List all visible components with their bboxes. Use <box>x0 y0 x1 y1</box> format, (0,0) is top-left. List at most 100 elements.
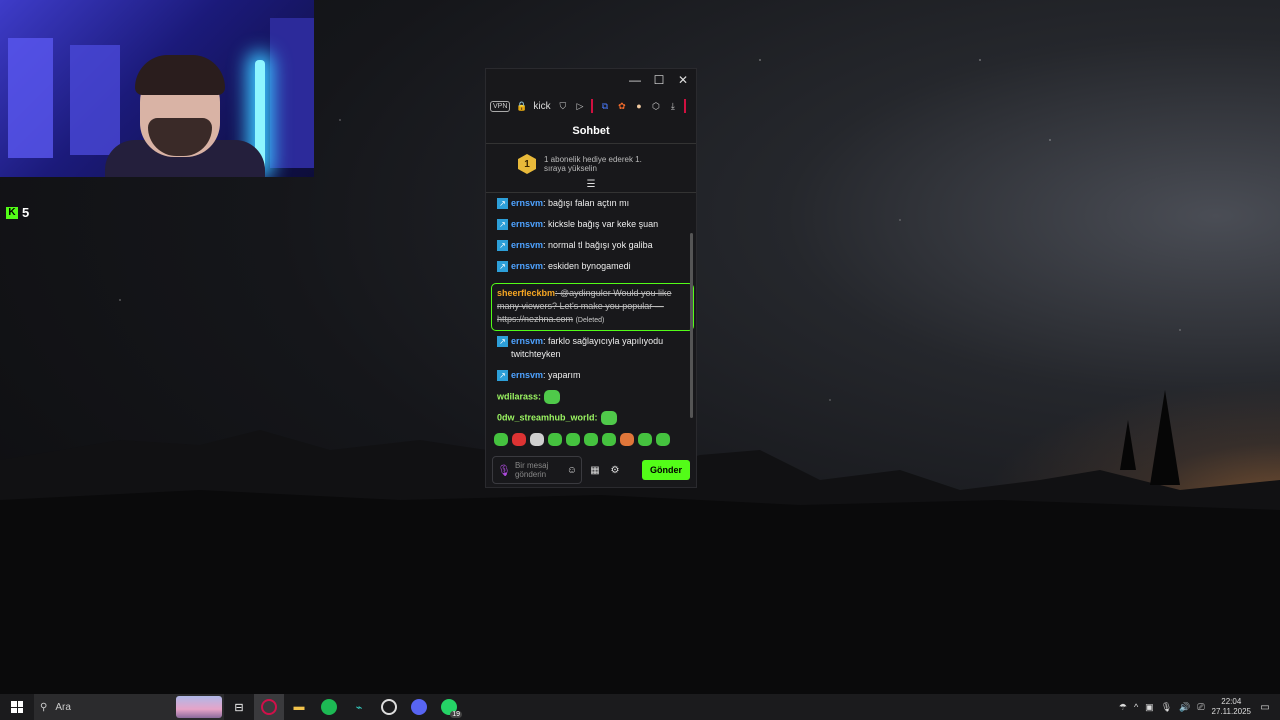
maximize-button[interactable]: ☐ <box>652 73 666 87</box>
chat-message: ↗ ernsvm: farklo sağlayıcıyla yapılıyodu… <box>497 335 688 369</box>
emoji-icon[interactable]: ☺ <box>567 465 577 476</box>
close-button[interactable]: ✕ <box>676 73 690 87</box>
deleted-label: (Deleted) <box>575 317 605 324</box>
volume-icon[interactable]: 🔊 <box>1179 702 1190 713</box>
frog-emote-icon <box>600 411 617 425</box>
search-placeholder: Ara <box>55 701 71 713</box>
username[interactable]: ernsvm <box>511 240 543 250</box>
send-button[interactable]: Gönder <box>642 460 690 480</box>
kick-logo-icon: K <box>6 206 18 219</box>
chat-input-row: 🎙 Bir mesaj gönderin ☺ ▦ ⚙ Gönder <box>486 453 696 487</box>
lock-icon[interactable]: 🔒 <box>516 101 527 112</box>
microphone-tray-icon[interactable]: 🎙 <box>1161 702 1172 713</box>
microphone-icon[interactable]: 🎙 <box>497 464 511 477</box>
subscriber-badge-icon: ↗ <box>497 370 508 381</box>
settings-gear-icon[interactable]: ⚙ <box>608 465 622 476</box>
viewer-count: 5 <box>22 205 30 220</box>
spotify-icon[interactable] <box>314 694 344 720</box>
notification-center-icon[interactable]: ▭ <box>1258 700 1272 714</box>
frog-emote-icon[interactable] <box>494 433 508 446</box>
subscriber-badge-icon: ↗ <box>497 336 508 347</box>
taskbar-search[interactable]: ⚲ Ara <box>34 694 224 720</box>
windows-logo-icon <box>11 701 23 713</box>
frog-emote-icon[interactable] <box>566 433 580 446</box>
shield-icon[interactable]: ⛉ <box>557 101 568 112</box>
rank-badge: 1 <box>518 154 536 174</box>
search-icon: ⚲ <box>40 701 48 713</box>
kick-viewer-badge: K 5 <box>6 205 29 220</box>
face-emote-icon[interactable] <box>530 433 544 446</box>
weather-icon[interactable]: ☂ <box>1119 702 1127 713</box>
webcam-overlay <box>0 0 314 177</box>
extensions-puzzle-icon[interactable]: ⬡ <box>650 101 661 112</box>
start-button[interactable] <box>0 701 34 713</box>
toolbar-divider <box>591 99 594 113</box>
windows-taskbar: ⚲ Ara ⊟ ▬ ⌁ 19 ☂ ^ ▣ 🎙 🔊 ⎚ 22:04 27.11.2… <box>0 694 1280 720</box>
task-view-button[interactable]: ⊟ <box>224 694 254 720</box>
chat-title: Sohbet <box>486 121 696 144</box>
username[interactable]: 0dw_streamhub_world: <box>497 412 598 422</box>
system-tray: ☂ ^ ▣ 🎙 🔊 ⎚ 22:04 27.11.2025 ▭ <box>1119 697 1280 717</box>
chat-messages[interactable]: ↗ ernsvm: bağışı falan açtın mı ↗ ernsvm… <box>486 193 696 429</box>
orange-emote-icon[interactable] <box>620 433 634 446</box>
chat-message: ↗ ernsvm: kicksle bağış var keke şuan <box>497 218 688 239</box>
extension-egg-icon[interactable]: ● <box>633 101 644 112</box>
network-icon[interactable]: ⎚ <box>1197 702 1204 713</box>
chat-input[interactable]: 🎙 Bir mesaj gönderin ☺ <box>492 456 582 484</box>
show-hidden-icons-chevron-icon[interactable]: ^ <box>1134 702 1138 712</box>
message-text: : bağışı falan açtın mı <box>543 198 630 208</box>
frog-emote-icon[interactable] <box>602 433 616 446</box>
chat-message: 0dw_streamhub_world: <box>497 411 688 429</box>
window-titlebar: — ☐ ✕ <box>486 69 696 91</box>
gift-banner-text: 1 abonelik hediye ederek 1. sıraya yükse… <box>544 155 642 173</box>
url-field[interactable]: kick <box>533 101 551 112</box>
deleted-message: sheerfleckbm: @aydinguler Would you like… <box>491 283 694 331</box>
subscriber-badge-icon: ↗ <box>497 219 508 230</box>
chat-input-placeholder[interactable]: Bir mesaj gönderin <box>515 461 563 479</box>
chat-popout-window: — ☐ ✕ VPN 🔒 kick ⛉ ▷ ⧉ ✿ ● ⬡ ⤓ Sohbet 1 … <box>485 68 697 488</box>
subscriber-badge-icon: ↗ <box>497 198 508 209</box>
filter-icon[interactable]: ☰ <box>486 180 696 193</box>
vpn-button[interactable]: VPN <box>490 100 511 112</box>
terminal-icon[interactable]: ⌁ <box>344 694 374 720</box>
translate-icon[interactable]: ⧉ <box>599 101 610 112</box>
chat-message: ↗ ernsvm: eskiden bynogamedi <box>497 260 688 281</box>
display-icon[interactable]: ▣ <box>1145 702 1154 713</box>
play-icon[interactable]: ▷ <box>574 101 585 112</box>
extension-fox-icon[interactable]: ✿ <box>616 101 627 112</box>
file-explorer-icon[interactable]: ▬ <box>284 694 314 720</box>
subscriber-badge-icon: ↗ <box>497 240 508 251</box>
subscriber-badge-icon: ↗ <box>497 261 508 272</box>
username[interactable]: ernsvm <box>511 219 543 229</box>
toolbar-divider-end <box>684 99 687 113</box>
chat-message: wdilarass: <box>497 390 688 411</box>
discord-icon[interactable] <box>404 694 434 720</box>
clock-date: 27.11.2025 <box>1211 707 1251 716</box>
username[interactable]: ernsvm <box>511 370 543 380</box>
frog-emote-icon[interactable] <box>656 433 670 446</box>
chat-message: ↗ ernsvm: normal tl bağışı yok galiba <box>497 239 688 260</box>
username[interactable]: ernsvm <box>511 261 543 271</box>
message-text: : yaparım <box>543 370 581 380</box>
chat-message: ↗ ernsvm: yaparım <box>497 369 688 390</box>
gift-sub-banner[interactable]: 1 1 abonelik hediye ederek 1. sıraya yük… <box>486 144 696 180</box>
whatsapp-icon[interactable]: 19 <box>434 694 464 720</box>
frog-emote-icon[interactable] <box>584 433 598 446</box>
obs-icon[interactable] <box>374 694 404 720</box>
download-icon[interactable]: ⤓ <box>667 101 678 112</box>
username[interactable]: ernsvm <box>511 198 543 208</box>
username[interactable]: sheerfleckbm <box>497 288 555 298</box>
username[interactable]: wdilarass: <box>497 391 541 401</box>
frog-emote-icon[interactable] <box>638 433 652 446</box>
username[interactable]: ernsvm <box>511 336 543 346</box>
store-icon[interactable]: ▦ <box>588 465 602 476</box>
clock[interactable]: 22:04 27.11.2025 <box>1212 697 1251 717</box>
search-highlight-image[interactable] <box>176 696 222 718</box>
chat-scrollbar[interactable] <box>690 233 693 418</box>
chat-message: ↗ ernsvm: bağışı falan açtın mı <box>497 197 688 218</box>
red-emote-icon[interactable] <box>512 433 526 446</box>
minimize-button[interactable]: — <box>628 73 642 87</box>
opera-gx-taskbar-icon[interactable] <box>254 694 284 720</box>
frog-emote-icon[interactable] <box>548 433 562 446</box>
browser-toolbar: VPN 🔒 kick ⛉ ▷ ⧉ ✿ ● ⬡ ⤓ <box>486 91 696 121</box>
